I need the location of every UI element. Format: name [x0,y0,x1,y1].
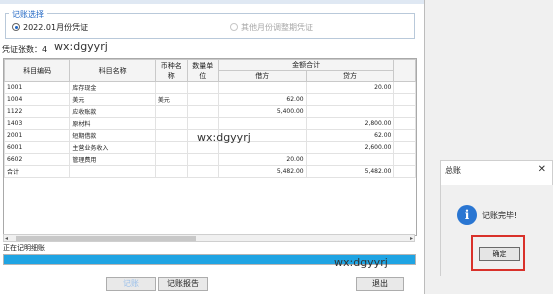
col-header-extra [393,59,416,82]
table-cell: 库存现金 [69,81,156,94]
table-cell: 2001 [4,129,71,142]
table-cell [154,105,188,118]
table-cell [186,105,219,118]
scroll-left-icon[interactable]: ◂ [5,235,8,242]
status-text: 正在记明细账 [3,244,45,252]
table-cell: 5,400.00 [217,105,307,118]
posting-mode-group: 2022.01月份凭证 其他月份调整期凭证 [5,13,415,39]
table-cell-extra [393,129,416,142]
table-cell: 6602 [4,153,71,166]
dialog-title: 总账 [445,166,461,175]
table-cell: 5,482.00 [305,165,395,178]
watermark: wx:dgyyrj [54,40,108,53]
table-cell-extra [393,81,416,94]
voucher-count: 凭证张数：4 [2,45,48,54]
title-strip [0,0,424,4]
table-cell [154,141,188,154]
post-button[interactable]: 记账 [106,277,156,291]
table-cell [186,93,219,106]
table-cell [186,165,219,178]
table-cell-extra [393,153,416,166]
exit-button[interactable]: 退出 [356,277,404,291]
watermark: wx:dgyyrj [334,256,388,269]
table-cell: 1403 [4,117,71,130]
table-cell [305,105,395,118]
table-cell: 2,800.00 [305,117,395,130]
table-row[interactable]: 1122 应收账款 5,400.00 [4,105,416,118]
table-cell-extra [393,165,416,178]
scroll-right-icon[interactable]: ▸ [410,235,413,242]
table-cell: 20.00 [217,153,307,166]
table-cell: 短期借款 [69,129,156,142]
table-cell: 6001 [4,141,71,154]
table-cell: 62.00 [305,129,395,142]
report-button[interactable]: 记账报告 [158,277,208,291]
ok-button[interactable]: 确定 [479,247,520,261]
col-header-currency[interactable]: 币种名称 [154,59,188,82]
col-header-debit[interactable]: 借方 [217,70,307,82]
table-cell [217,117,307,130]
table-cell [305,153,395,166]
table-cell [154,165,188,178]
table-cell [305,93,395,106]
table-cell [186,81,219,94]
radio-unselected-icon [230,23,238,31]
dialog-body: i 记账完毕! 确定 [441,185,553,277]
table-cell: 5,482.00 [217,165,307,178]
table-row[interactable]: 1001 库存现金 20.00 [4,81,416,94]
table-row[interactable]: 6602 管理费用 20.00 [4,153,416,166]
radio-current-month[interactable]: 2022.01月份凭证 [12,22,88,32]
table-cell [69,165,156,178]
horizontal-scrollbar[interactable]: ◂ ▸ [3,234,415,242]
radio-other-month-label: 其他月份调整期凭证 [241,22,313,32]
close-icon[interactable]: ✕ [538,164,546,175]
table-cell: 原材料 [69,117,156,130]
radio-other-month[interactable]: 其他月份调整期凭证 [230,22,313,32]
table-cell [154,153,188,166]
watermark: wx:dgyyrj [197,131,251,144]
table-row[interactable]: 1004 美元 美元 62.00 [4,93,416,106]
col-header-amount-total: 金额合计 [217,59,395,71]
table-cell: 1004 [4,93,71,106]
col-header-unit[interactable]: 数量单位 [186,59,219,82]
posting-table: 科目编码 科目名称 币种名称 数量单位 金额合计 借方 贷方 1001 库存现金 2… [3,58,417,236]
table-cell [154,81,188,94]
col-header-name[interactable]: 科目名称 [69,59,156,82]
table-cell: 应收账款 [69,105,156,118]
table-cell: 1001 [4,81,71,94]
scroll-thumb[interactable] [16,236,196,241]
table-cell: 1122 [4,105,71,118]
table-cell-extra [393,105,416,118]
table-cell [154,129,188,142]
table-cell [186,117,219,130]
col-header-credit[interactable]: 贷方 [305,70,395,82]
table-cell-extra [393,141,416,154]
complete-dialog: 总账 ✕ i 记账完毕! 确定 [440,160,553,277]
dialog-message: 记账完毕! [482,211,518,220]
table-cell: 合计 [4,165,71,178]
table-cell: 美元 [154,93,188,106]
table-cell-extra [393,93,416,106]
table-row[interactable]: 1403 原材料 2,800.00 [4,117,416,130]
table-cell: 美元 [69,93,156,106]
radio-current-month-label: 2022.01月份凭证 [23,22,89,32]
table-cell [154,117,188,130]
table-cell-extra [393,117,416,130]
table-cell [186,153,219,166]
info-icon: i [457,205,477,225]
table-cell [217,81,307,94]
col-header-code[interactable]: 科目编码 [4,59,71,82]
table-cell: 2,600.00 [305,141,395,154]
table-cell: 管理费用 [69,153,156,166]
table-cell: 20.00 [305,81,395,94]
table-cell: 62.00 [217,93,307,106]
radio-selected-icon [12,23,20,31]
table-row[interactable]: 合计 5,482.00 5,482.00 [4,165,416,178]
group-legend: 记账选择 [9,9,47,20]
table-cell: 主营业务收入 [69,141,156,154]
